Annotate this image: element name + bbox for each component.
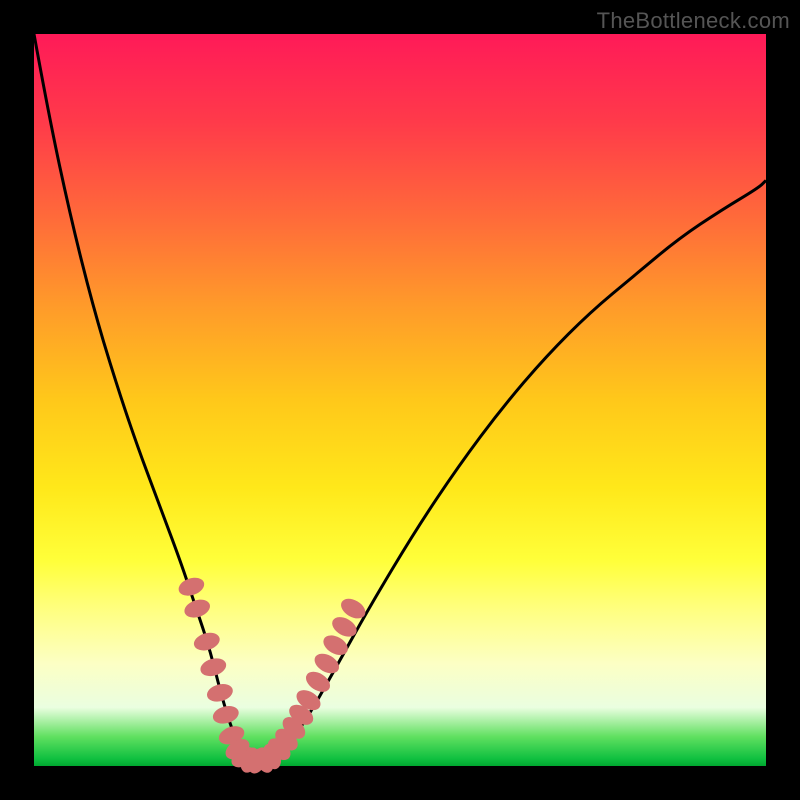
watermark-text: TheBottleneck.com	[597, 8, 790, 34]
bead-marker	[192, 630, 222, 654]
chart-frame: TheBottleneck.com	[0, 0, 800, 800]
bead-marker	[205, 681, 235, 704]
bead-marker	[198, 655, 228, 679]
bead-marker	[182, 596, 212, 620]
bead-marker	[211, 703, 241, 726]
chart-svg	[34, 34, 766, 766]
bead-markers-group	[176, 575, 369, 777]
chart-plot-area	[34, 34, 766, 766]
bottleneck-curve-path	[34, 34, 766, 762]
bead-marker	[176, 575, 206, 599]
